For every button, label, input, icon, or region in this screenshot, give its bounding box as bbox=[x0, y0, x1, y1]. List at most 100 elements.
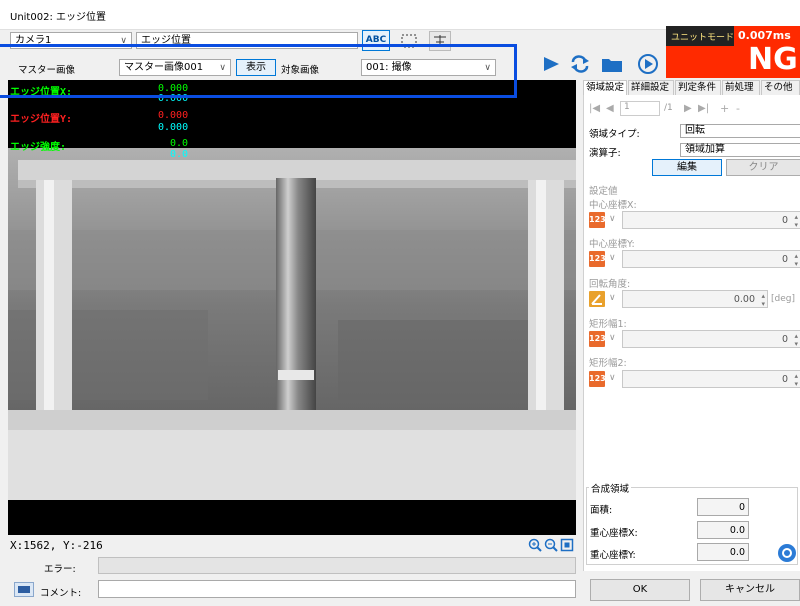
angle-icon[interactable] bbox=[589, 291, 605, 307]
page-total: /1 bbox=[664, 103, 673, 113]
chevron-down-icon[interactable]: ∨ bbox=[609, 293, 616, 303]
error-label: エラー: bbox=[44, 564, 76, 575]
chevron-down-icon[interactable]: ∨ bbox=[609, 253, 616, 263]
operator-label: 演算子: bbox=[589, 148, 621, 159]
spin-icon[interactable]: ▴ ▾ bbox=[794, 372, 798, 388]
rotation-unit: [deg] bbox=[771, 294, 795, 304]
last-icon[interactable]: ▶| bbox=[698, 103, 709, 114]
time-label: 0.007ms bbox=[738, 29, 791, 42]
edge-x-value-2: 0.000 bbox=[158, 93, 189, 104]
master-image-select[interactable]: マスター画像001 ∨ bbox=[119, 59, 231, 76]
remove-region-button[interactable]: - bbox=[736, 102, 740, 115]
show-button[interactable]: 表示 bbox=[236, 59, 276, 76]
abc-icon: ABC bbox=[365, 35, 387, 45]
comment-input[interactable] bbox=[98, 580, 576, 598]
spin-icon[interactable]: ▴ ▾ bbox=[794, 252, 798, 268]
image-viewer[interactable]: エッジ位置X: 0.000 0.000 エッジ位置Y: 0.000 0.000 … bbox=[8, 80, 576, 535]
width2-label: 矩形幅2: bbox=[589, 358, 627, 369]
spin-icon[interactable]: ▴ ▾ bbox=[794, 213, 798, 229]
width1-label: 矩形幅1: bbox=[589, 319, 627, 330]
settings-group-label: 設定値 bbox=[589, 186, 618, 197]
integer-type-icon[interactable]: 123 bbox=[589, 212, 606, 228]
center-x-value: 0 bbox=[781, 215, 788, 226]
rotation-input[interactable]: 0.00 ▴ ▾ bbox=[622, 290, 768, 308]
width2-value: 0 bbox=[781, 374, 788, 385]
integer-type-icon[interactable]: 123 bbox=[589, 331, 606, 347]
play-circle-icon[interactable] bbox=[637, 53, 659, 75]
prev-icon[interactable]: ◀ bbox=[606, 103, 614, 114]
center-y-label: 中心座標Y: bbox=[589, 239, 635, 250]
camera-select[interactable]: カメラ1 ∨ bbox=[10, 32, 132, 49]
region-type-value: 回転 bbox=[685, 125, 705, 136]
region-type-select[interactable]: 回転 bbox=[680, 124, 800, 138]
folder-icon[interactable] bbox=[600, 54, 624, 74]
edge-x-label: エッジ位置X: bbox=[10, 87, 73, 98]
target-image-value: 001: 撮像 bbox=[366, 62, 412, 73]
add-region-button[interactable]: + bbox=[720, 102, 729, 115]
region-settings-panel: |◀ ◀ 1 /1 ▶ ▶| + - 領域タイプ: 回転 演算子: 領域加算 編… bbox=[583, 95, 800, 571]
integer-type-icon[interactable]: 123 bbox=[589, 371, 606, 387]
edge-strength-value-1: 0.0 bbox=[170, 138, 189, 149]
rect-select-icon[interactable] bbox=[397, 31, 421, 51]
unit-name-input[interactable]: エッジ位置 bbox=[136, 32, 358, 49]
center-y-value: 0 bbox=[781, 254, 788, 265]
chevron-down-icon[interactable]: ∨ bbox=[609, 214, 616, 224]
edge-y-value-2: 0.000 bbox=[158, 122, 189, 133]
settings-tabs: 領域設定 詳細設定 判定条件 前処理 その他 bbox=[583, 80, 800, 96]
next-icon[interactable]: ▶ bbox=[684, 103, 692, 114]
zoom-in-icon[interactable] bbox=[528, 538, 542, 552]
fit-icon[interactable] bbox=[560, 538, 574, 552]
result-label: NG bbox=[748, 42, 798, 77]
chevron-down-icon: ∨ bbox=[120, 36, 127, 46]
tab-other[interactable]: その他 bbox=[761, 80, 800, 96]
window-title: Unit002: エッジ位置 bbox=[10, 12, 106, 23]
chevron-down-icon[interactable]: ∨ bbox=[609, 373, 616, 383]
ok-button[interactable]: OK bbox=[590, 579, 690, 601]
center-x-input[interactable]: 0 ▴ ▾ bbox=[622, 211, 800, 229]
width1-value: 0 bbox=[781, 334, 788, 345]
tab-region[interactable]: 領域設定 bbox=[583, 80, 627, 96]
mode-header: ユニットモード bbox=[666, 26, 734, 46]
integer-type-icon[interactable]: 123 bbox=[589, 251, 606, 267]
operator-select[interactable]: 領域加算 bbox=[680, 143, 800, 157]
target-image-select[interactable]: 001: 撮像 ∨ bbox=[361, 59, 496, 76]
operator-value: 領域加算 bbox=[685, 144, 725, 155]
centroid-y-label: 重心座標Y: bbox=[590, 550, 636, 561]
target-image-label: 対象画像 bbox=[281, 65, 320, 76]
spin-icon[interactable]: ▴ ▾ bbox=[761, 292, 765, 308]
width2-input[interactable]: 0 ▴ ▾ bbox=[622, 370, 800, 388]
spin-icon[interactable]: ▴ ▾ bbox=[794, 332, 798, 348]
center-y-input[interactable]: 0 ▴ ▾ bbox=[622, 250, 800, 268]
chevron-down-icon[interactable]: ∨ bbox=[609, 333, 616, 343]
width1-input[interactable]: 0 ▴ ▾ bbox=[622, 330, 800, 348]
area-field: 0 bbox=[697, 498, 749, 516]
centroid-x-label: 重心座標X: bbox=[590, 528, 638, 539]
error-field bbox=[98, 557, 576, 574]
rotation-label: 回転角度: bbox=[589, 279, 631, 290]
cancel-button[interactable]: キャンセル bbox=[700, 579, 800, 601]
page-value: 1 bbox=[624, 102, 630, 112]
centroid-y-value: 0.0 bbox=[729, 547, 745, 558]
tab-preprocess[interactable]: 前処理 bbox=[722, 80, 760, 96]
edit-button[interactable]: 編集 bbox=[652, 159, 722, 176]
camera-image bbox=[8, 148, 576, 535]
align-icon[interactable] bbox=[429, 31, 451, 51]
master-image-value: マスター画像001 bbox=[124, 62, 204, 73]
edge-strength-value-2: 0.0 bbox=[170, 149, 189, 160]
composite-group-label: 合成領域 bbox=[589, 481, 632, 495]
tab-judge[interactable]: 判定条件 bbox=[675, 80, 721, 96]
edge-y-value-1: 0.000 bbox=[158, 110, 189, 121]
page-input[interactable]: 1 bbox=[620, 101, 660, 116]
help-icon[interactable] bbox=[776, 542, 798, 564]
abc-button[interactable]: ABC bbox=[362, 30, 390, 51]
repeat-icon[interactable] bbox=[568, 54, 592, 74]
master-image-label: マスター画像 bbox=[18, 65, 76, 76]
tab-detail[interactable]: 詳細設定 bbox=[628, 80, 674, 96]
comment-label: コメント: bbox=[40, 588, 82, 599]
keyboard-icon[interactable] bbox=[14, 582, 34, 597]
centroid-y-field: 0.0 bbox=[697, 543, 749, 561]
play-icon[interactable] bbox=[540, 54, 562, 74]
zoom-out-icon[interactable] bbox=[544, 538, 558, 552]
clear-button[interactable]: クリア bbox=[726, 159, 800, 176]
first-icon[interactable]: |◀ bbox=[589, 103, 600, 114]
